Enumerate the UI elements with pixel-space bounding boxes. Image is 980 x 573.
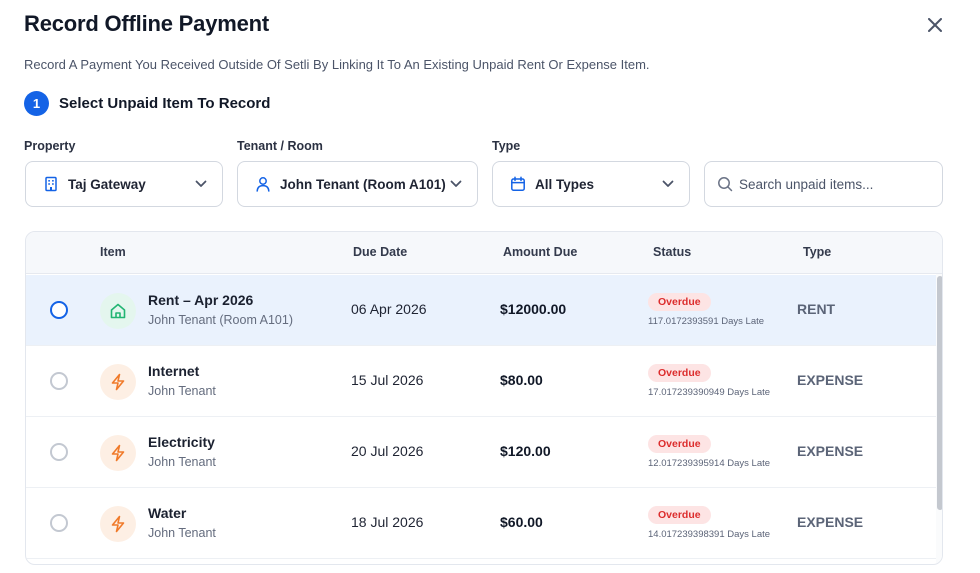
item-tenant: John Tenant (Room A101) xyxy=(148,313,294,327)
table-row[interactable]: Electricity John Tenant 20 Jul 2026 $120… xyxy=(26,417,936,488)
step-label: Select Unpaid Item To Record xyxy=(59,95,271,112)
days-late: 17.017239390949 Days Late xyxy=(648,387,771,398)
property-filter-label: Property xyxy=(24,139,76,153)
header-status: Status xyxy=(653,245,692,259)
modal-title: Record Offline Payment xyxy=(24,11,269,36)
close-icon xyxy=(928,17,942,37)
due-date: 20 Jul 2026 xyxy=(351,443,424,459)
header-item: Item xyxy=(100,245,126,259)
item-tenant: John Tenant xyxy=(148,384,216,398)
property-select-value: Taj Gateway xyxy=(68,176,146,192)
close-button[interactable] xyxy=(922,14,948,40)
header-due-date: Due Date xyxy=(353,245,408,259)
days-late: 117.0172393591 Days Late xyxy=(648,316,765,327)
status-badge: Overdue xyxy=(648,293,711,311)
type-filter-label: Type xyxy=(492,139,521,153)
lightning-icon xyxy=(100,506,136,542)
home-icon xyxy=(100,293,136,329)
tenant-select-value: John Tenant (Room A101) xyxy=(280,176,446,192)
type-select[interactable]: All Types xyxy=(492,161,690,207)
item-tenant: John Tenant xyxy=(148,526,216,540)
scrollbar-thumb[interactable] xyxy=(937,276,942,510)
due-date: 15 Jul 2026 xyxy=(351,372,424,388)
user-icon xyxy=(254,175,272,193)
days-late: 12.017239395914 Days Late xyxy=(648,458,771,469)
row-radio[interactable] xyxy=(50,443,68,461)
tenant-select[interactable]: John Tenant (Room A101) xyxy=(237,161,478,207)
chevron-down-icon xyxy=(661,177,675,191)
item-type: EXPENSE xyxy=(797,514,864,530)
table-row[interactable]: Rent – Apr 2026 John Tenant (Room A101) … xyxy=(26,275,936,346)
lightning-icon xyxy=(100,435,136,471)
row-radio[interactable] xyxy=(50,372,68,390)
amount-due: $12000.00 xyxy=(500,301,567,317)
item-type: EXPENSE xyxy=(797,372,864,388)
search-icon xyxy=(717,176,733,192)
item-tenant: John Tenant xyxy=(148,455,216,469)
table-row[interactable]: Water John Tenant 18 Jul 2026 $60.00 Ove… xyxy=(26,488,936,559)
search-input[interactable] xyxy=(739,176,929,192)
modal-subtitle: Record A Payment You Received Outside Of… xyxy=(24,57,650,72)
search-box[interactable] xyxy=(704,161,943,207)
amount-due: $120.00 xyxy=(500,443,551,459)
header-amount-due: Amount Due xyxy=(503,245,578,259)
unpaid-items-table: Item Due Date Amount Due Status Type Ren… xyxy=(25,231,943,565)
calendar-icon xyxy=(509,175,527,193)
header-type: Type xyxy=(803,245,832,259)
step-number-badge: 1 xyxy=(24,91,49,116)
lightning-icon xyxy=(100,364,136,400)
status-badge: Overdue xyxy=(648,364,711,382)
property-select[interactable]: Taj Gateway xyxy=(25,161,223,207)
amount-due: $80.00 xyxy=(500,372,543,388)
item-name: Electricity xyxy=(148,434,215,450)
status-badge: Overdue xyxy=(648,435,711,453)
table-header: Item Due Date Amount Due Status Type xyxy=(26,232,942,274)
item-type: RENT xyxy=(797,301,836,317)
chevron-down-icon xyxy=(194,177,208,191)
step-indicator: 1 Select Unpaid Item To Record xyxy=(24,91,270,116)
item-name: Internet xyxy=(148,363,200,379)
building-icon xyxy=(42,175,60,193)
status-badge: Overdue xyxy=(648,506,711,524)
amount-due: $60.00 xyxy=(500,514,543,530)
type-select-value: All Types xyxy=(535,176,595,192)
table-row[interactable]: Internet John Tenant 15 Jul 2026 $80.00 … xyxy=(26,346,936,417)
days-late: 14.017239398391 Days Late xyxy=(648,529,771,540)
item-name: Rent – Apr 2026 xyxy=(148,292,254,308)
item-name: Water xyxy=(148,505,187,521)
row-radio[interactable] xyxy=(50,514,68,532)
item-type: EXPENSE xyxy=(797,443,864,459)
due-date: 18 Jul 2026 xyxy=(351,514,424,530)
chevron-down-icon xyxy=(449,177,463,191)
due-date: 06 Apr 2026 xyxy=(351,301,427,317)
row-radio[interactable] xyxy=(50,301,68,319)
tenant-filter-label: Tenant / Room xyxy=(237,139,323,153)
